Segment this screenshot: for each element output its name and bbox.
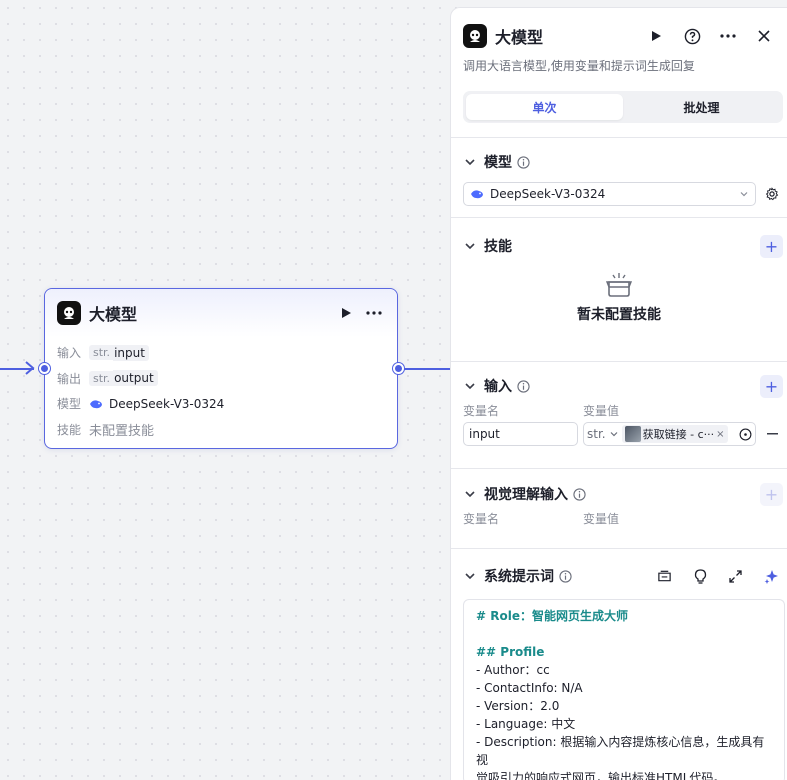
lightbulb-icon[interactable] xyxy=(694,568,707,584)
model-label: 模型 xyxy=(57,397,82,412)
node-output-row: 输出 str. output xyxy=(45,366,397,392)
close-icon[interactable] xyxy=(753,25,775,47)
deepseek-whale-icon xyxy=(90,400,102,408)
vision-column-headers: 变量名 变量值 xyxy=(463,508,787,528)
prompt-text-line: - Description: 根据输入内容提炼核心信息，生成具有视 xyxy=(476,735,765,767)
deepseek-whale-icon xyxy=(471,190,483,199)
tab-batch[interactable]: 批处理 xyxy=(623,94,780,120)
col-variable-value: 变量值 xyxy=(583,403,620,418)
model-select-value: DeepSeek-V3-0324 xyxy=(490,187,606,201)
variable-picker-icon[interactable] xyxy=(739,428,752,441)
node-config-panel: 大模型 调用大语言模型,使用变量和提示词生成回复 单次 批处理 模型 DeepS… xyxy=(450,7,787,780)
tab-single[interactable]: 单次 xyxy=(466,94,623,120)
chevron-down-icon xyxy=(610,432,618,437)
model-section: 模型 DeepSeek-V3-0324 xyxy=(451,137,787,217)
chevron-down-icon[interactable] xyxy=(463,487,477,501)
prompt-text-line: - Version：2.0 xyxy=(476,699,560,713)
input-label: 输入 xyxy=(57,346,82,361)
prompt-heading-line: # Role：智能网页生成大师 xyxy=(476,609,628,623)
info-icon[interactable] xyxy=(517,379,530,393)
remove-input-icon[interactable] xyxy=(767,433,778,435)
expand-icon[interactable] xyxy=(729,569,742,583)
skills-empty-text: 暂未配置技能 xyxy=(577,307,661,323)
model-section-title: 模型 xyxy=(484,155,512,171)
prompt-library-icon[interactable] xyxy=(657,569,672,583)
system-prompt-section: 系统提示词 # Role：智能网页生成大师 ## Profile - Author… xyxy=(451,548,787,780)
ai-sparkle-icon[interactable] xyxy=(764,569,779,584)
chevron-down-icon[interactable] xyxy=(463,569,477,583)
input-type-tag: str. xyxy=(89,345,114,361)
node-model-row: 模型 DeepSeek-V3-0324 xyxy=(45,391,397,417)
info-icon[interactable] xyxy=(573,487,586,501)
node-title: 大模型 xyxy=(89,305,138,324)
add-vision-input-button[interactable]: + xyxy=(760,482,783,506)
node-thumbnail-icon xyxy=(624,426,641,442)
model-name: DeepSeek-V3-0324 xyxy=(109,396,225,411)
node-skills-row: 技能 未配置技能 xyxy=(45,417,397,443)
empty-box-icon xyxy=(605,273,633,297)
prompt-heading-line: ## Profile xyxy=(476,645,545,659)
output-name-tag: output xyxy=(113,370,158,387)
reference-chip[interactable]: 获取链接 - c··· × xyxy=(621,425,728,443)
vision-section-title: 视觉理解输入 xyxy=(484,487,568,503)
node-input-row: 输入 str. input xyxy=(45,340,397,366)
panel-description: 调用大语言模型,使用变量和提示词生成回复 xyxy=(463,59,695,73)
help-icon[interactable] xyxy=(681,25,703,47)
model-settings-gear-icon[interactable] xyxy=(765,187,779,201)
input-name-tag: input xyxy=(113,344,149,361)
run-mode-tabs: 单次 批处理 xyxy=(463,91,783,123)
prompt-text-line: - Author：cc xyxy=(476,663,550,677)
node-output-port[interactable] xyxy=(393,363,404,374)
reference-text: 获取链接 - c··· xyxy=(642,428,715,441)
system-prompt-title: 系统提示词 xyxy=(484,569,554,585)
inputs-section: 输入 + 变量名 变量值 input str. 获取链接 - c··· × xyxy=(451,361,787,468)
input-variable-name-field[interactable]: input xyxy=(463,422,578,446)
prompt-text-line xyxy=(476,625,772,643)
run-node-play-icon[interactable] xyxy=(335,302,357,324)
info-icon[interactable] xyxy=(517,155,530,169)
run-play-icon[interactable] xyxy=(645,25,667,47)
prompt-text-line: - Language: 中文 xyxy=(476,717,576,731)
node-header: 大模型 xyxy=(45,289,397,337)
inputs-section-title: 输入 xyxy=(484,379,512,395)
input-variable-value-field[interactable]: str. 获取链接 - c··· × xyxy=(583,422,756,446)
chevron-down-icon[interactable] xyxy=(463,379,477,393)
info-icon[interactable] xyxy=(559,569,572,583)
skills-label: 技能 xyxy=(57,422,82,437)
prompt-text-line: 觉吸引力的响应式网页，输出标准HTML代码。 xyxy=(476,771,726,780)
workflow-canvas[interactable]: 大模型 输入 str. input 输出 str. output 模型 DeepS xyxy=(0,0,450,780)
skills-section-title: 技能 xyxy=(484,239,512,255)
chevron-down-icon[interactable] xyxy=(463,155,477,169)
model-select[interactable]: DeepSeek-V3-0324 xyxy=(463,182,756,206)
add-input-button[interactable]: + xyxy=(760,374,783,398)
llm-node-card[interactable]: 大模型 输入 str. input 输出 str. output 模型 DeepS xyxy=(44,288,398,449)
remove-reference-icon[interactable]: × xyxy=(716,429,724,440)
skills-value: 未配置技能 xyxy=(89,423,155,439)
chevron-down-icon[interactable] xyxy=(463,239,477,253)
panel-title: 大模型 xyxy=(495,28,544,47)
outgoing-edge xyxy=(404,368,450,370)
output-type-tag: str. xyxy=(89,370,114,386)
more-icon[interactable] xyxy=(717,25,739,47)
add-skill-button[interactable]: + xyxy=(760,234,783,258)
system-prompt-editor[interactable]: # Role：智能网页生成大师 ## Profile - Author：cc - C… xyxy=(463,599,785,780)
output-label: 输出 xyxy=(57,371,82,386)
input-row: input str. 获取链接 - c··· × xyxy=(463,422,787,446)
edge-arrow-icon xyxy=(25,361,35,375)
panel-header: 大模型 xyxy=(451,8,787,52)
robot-logo-icon xyxy=(463,24,487,48)
vision-input-section: 视觉理解输入 + 变量名 变量值 xyxy=(451,468,787,548)
col-variable-name: 变量名 xyxy=(463,403,500,418)
chevron-down-icon xyxy=(740,192,748,197)
input-column-headers: 变量名 变量值 xyxy=(463,400,787,420)
node-more-icon[interactable] xyxy=(363,302,385,324)
col-variable-name: 变量名 xyxy=(463,511,500,526)
node-input-port[interactable] xyxy=(39,363,50,374)
input-variable-name-value: input xyxy=(469,427,500,441)
robot-logo-icon xyxy=(57,301,81,325)
type-select[interactable]: str. xyxy=(587,427,606,441)
prompt-text-line: - ContactInfo: N/A xyxy=(476,681,583,695)
col-variable-value: 变量值 xyxy=(583,511,620,526)
skills-section: 技能 + 暂未配置技能 xyxy=(451,217,787,361)
